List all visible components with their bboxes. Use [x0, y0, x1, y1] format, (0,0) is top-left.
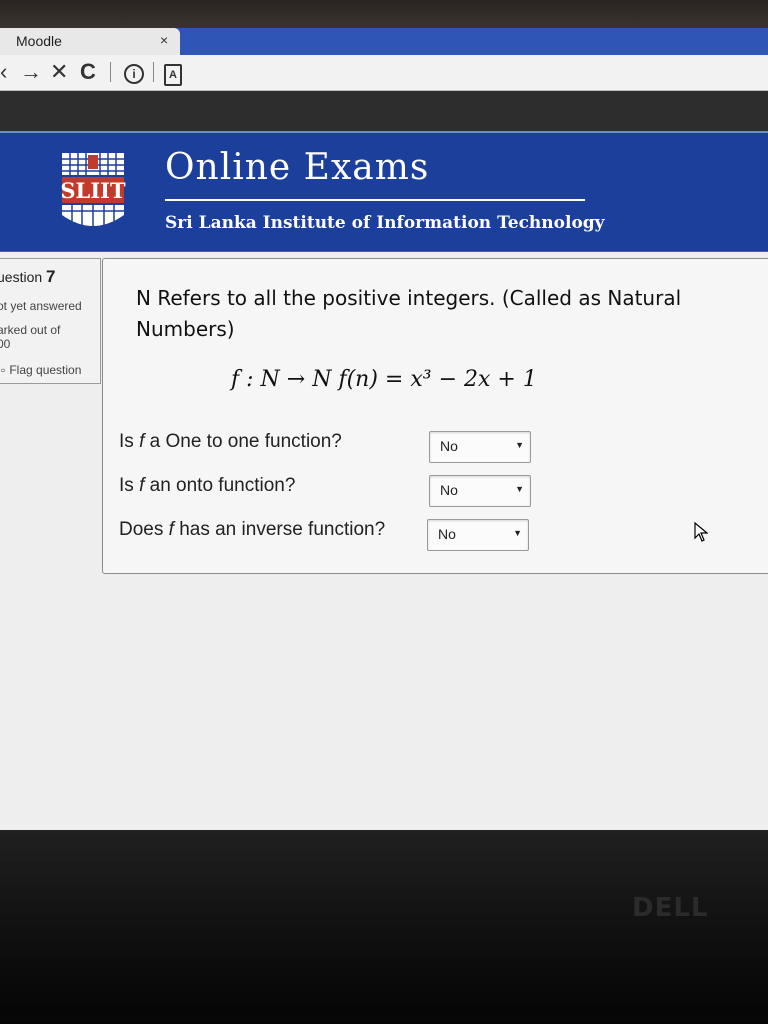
- reload-icon[interactable]: C: [80, 59, 96, 85]
- monitor-bezel-bottom: [0, 830, 768, 1024]
- page-icon[interactable]: A: [164, 64, 182, 86]
- page-title: Online Exams: [165, 147, 430, 188]
- subquestion-suffix: has an inverse function?: [173, 519, 386, 540]
- chevron-down-icon: ▼: [513, 528, 522, 538]
- marks-info: arked out of 00: [0, 323, 92, 351]
- marks-value: 00: [0, 337, 11, 351]
- page-top-bar: [0, 91, 768, 131]
- flag-question-link[interactable]: ▫ Flag question: [1, 363, 81, 377]
- info-icon[interactable]: i: [124, 64, 144, 84]
- subquestion-suffix: a One to one function?: [144, 431, 342, 452]
- dell-logo: DELL: [632, 893, 709, 923]
- chevron-down-icon: ▼: [515, 484, 524, 494]
- tab-title: Moodle: [16, 33, 62, 49]
- select-value: No: [440, 482, 458, 498]
- question-number: uestion 7: [0, 267, 56, 287]
- question-formula: f : N → N f(n) = x³ − 2x + 1: [231, 367, 537, 392]
- subquestion-prefix: Does: [119, 519, 169, 540]
- toolbar-divider: [153, 62, 154, 82]
- back-icon[interactable]: ‹: [0, 59, 7, 85]
- select-value: No: [438, 526, 456, 542]
- tab-moodle[interactable]: Moodle ×: [0, 28, 180, 55]
- flag-icon: ▫: [1, 363, 6, 377]
- flag-question-label: Flag question: [9, 363, 82, 377]
- close-icon[interactable]: ×: [160, 32, 168, 48]
- answer-state: ot yet answered: [0, 299, 82, 313]
- monitor-bezel-top: [0, 0, 768, 30]
- logo-text: SLIIT: [60, 178, 126, 203]
- chevron-down-icon: ▼: [515, 440, 524, 450]
- mouse-pointer-icon: [694, 522, 708, 542]
- site-subtitle: Sri Lanka Institute of Information Techn…: [165, 213, 605, 233]
- title-divider: [165, 199, 585, 201]
- question-info-panel: uestion 7 ot yet answered arked out of 0…: [0, 258, 101, 384]
- select-value: No: [440, 438, 458, 454]
- sliit-logo: SLIIT: [60, 153, 126, 227]
- tab-strip: Moodle ×: [0, 28, 768, 55]
- subquestion-suffix: an onto function?: [144, 475, 296, 496]
- browser-toolbar: ‹ → ✕ C i A: [0, 55, 768, 91]
- main-content: uestion 7 ot yet answered arked out of 0…: [0, 252, 768, 840]
- answer-select-inverse[interactable]: No ▼: [427, 519, 529, 551]
- marks-label: arked out of: [0, 323, 61, 337]
- question-box: N Refers to all the positive integers. (…: [102, 258, 768, 574]
- subquestion-onto: Is f an onto function?: [119, 475, 295, 497]
- question-number-label: uestion: [0, 269, 43, 285]
- stop-icon[interactable]: ✕: [50, 59, 68, 85]
- subquestion-inverse: Does f has an inverse function?: [119, 519, 385, 541]
- question-number-value: 7: [46, 267, 56, 286]
- screen: Moodle × ‹ → ✕ C i A SLIIT Online Exams …: [0, 28, 768, 840]
- answer-select-onto[interactable]: No ▼: [429, 475, 531, 507]
- forward-arrow-icon[interactable]: →: [20, 59, 42, 85]
- question-text: N Refers to all the positive integers. (…: [136, 286, 682, 341]
- toolbar-divider: [110, 62, 111, 82]
- subquestion-prefix: Is: [119, 431, 140, 452]
- subquestion-one-to-one: Is f a One to one function?: [119, 431, 342, 453]
- answer-select-one-to-one[interactable]: No ▼: [429, 431, 531, 463]
- subquestion-prefix: Is: [119, 475, 140, 496]
- header-banner: SLIIT Online Exams Sri Lanka Institute o…: [0, 131, 768, 254]
